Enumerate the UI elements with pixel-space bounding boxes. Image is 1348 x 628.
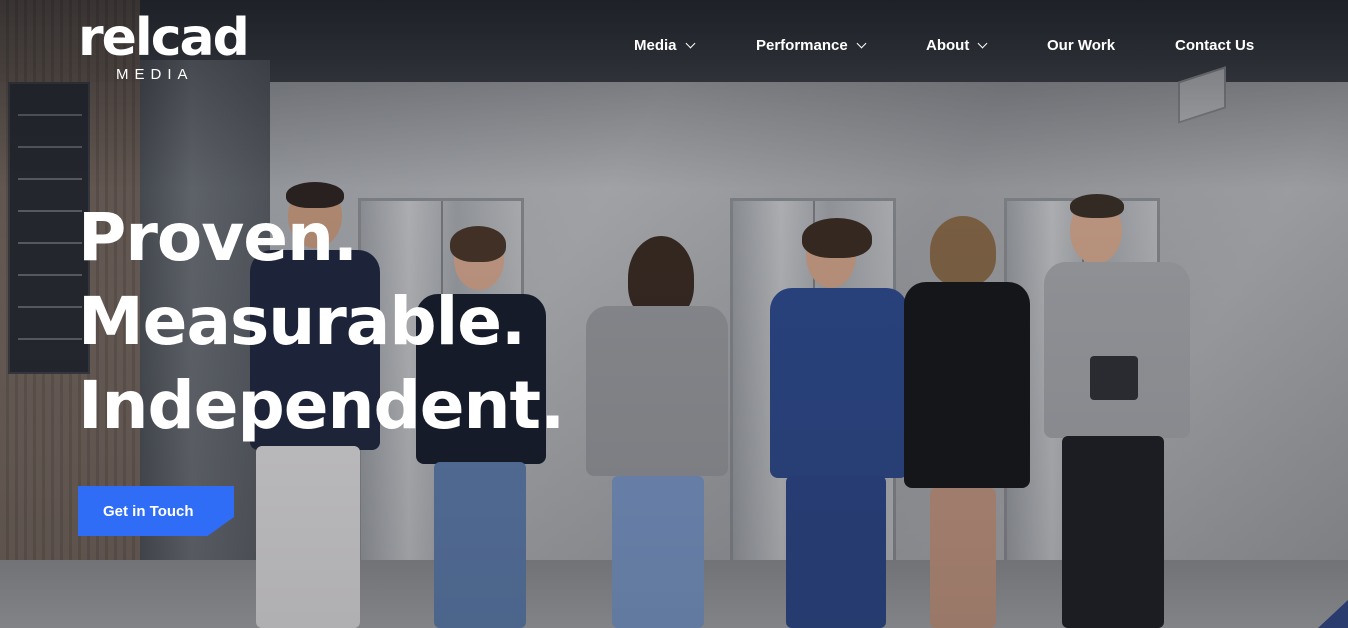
nav-item-label: Our Work bbox=[1047, 37, 1116, 54]
get-in-touch-button[interactable]: Get in Touch bbox=[78, 486, 234, 536]
nav-item-about[interactable]: About bbox=[926, 37, 988, 54]
hero-headline: Proven. Measurable. Independent. bbox=[78, 196, 565, 448]
nav-item-our-work[interactable]: Our Work bbox=[1047, 37, 1115, 54]
nav-item-label: Performance bbox=[756, 37, 848, 54]
nav-item-media[interactable]: Media bbox=[634, 37, 695, 54]
nav-item-label: About bbox=[926, 37, 970, 54]
logo-subtitle: MEDIA bbox=[116, 66, 194, 83]
main-nav: Media Performance About Our Work Contact… bbox=[0, 37, 1348, 59]
headline-line-3: Independent. bbox=[78, 367, 565, 444]
chevron-down-icon bbox=[685, 38, 695, 49]
nav-item-label: Media bbox=[634, 37, 677, 54]
corner-accent bbox=[1318, 600, 1348, 628]
headline-line-1: Proven. bbox=[78, 199, 358, 276]
nav-item-contact-us[interactable]: Contact Us bbox=[1175, 37, 1254, 54]
nav-item-performance[interactable]: Performance bbox=[756, 37, 867, 54]
chevron-down-icon bbox=[856, 38, 867, 49]
nav-item-label: Contact Us bbox=[1175, 37, 1255, 54]
chevron-down-icon bbox=[977, 38, 988, 49]
headline-line-2: Measurable. bbox=[78, 283, 526, 360]
